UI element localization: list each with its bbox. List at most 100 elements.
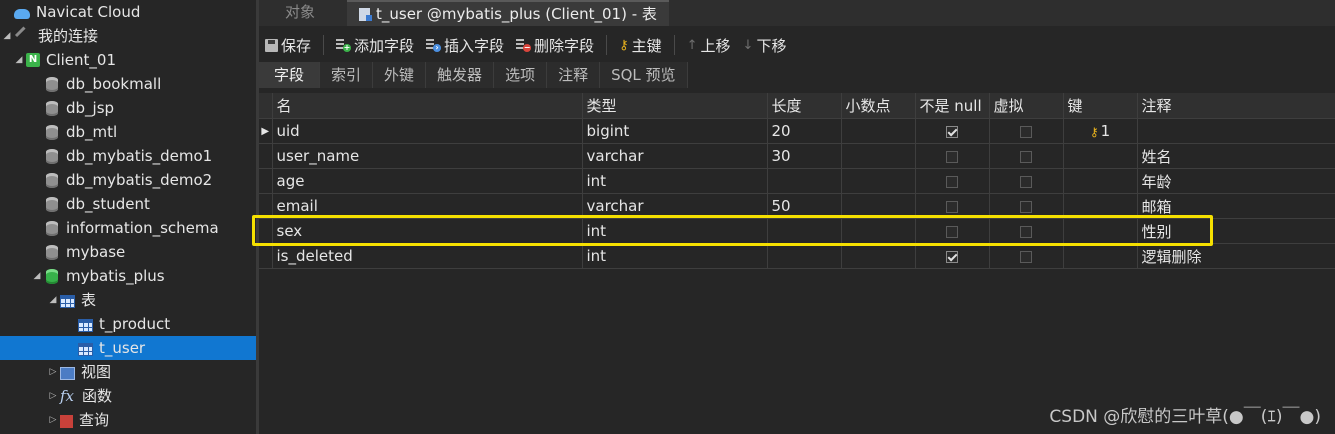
expand-toggle-icon[interactable]: ◢ (12, 48, 26, 72)
cell-key[interactable] (1063, 218, 1138, 244)
tab-t-user-design[interactable]: t_user @mybatis_plus (Client_01) - 表 (347, 0, 669, 26)
header-type[interactable]: 类型 (582, 93, 768, 119)
cell-name[interactable]: is_deleted (272, 243, 583, 269)
save-button[interactable]: 保存 (259, 31, 317, 59)
not-null-checkbox[interactable] (946, 150, 958, 163)
cell-type[interactable]: int (582, 243, 768, 269)
expand-toggle-icon[interactable]: ▷ (46, 408, 60, 432)
sidebar-item-db-mybatis-demo2[interactable]: db_mybatis_demo2 (0, 168, 256, 192)
cell-comment[interactable]: 年龄 (1137, 168, 1335, 194)
sidebar-item-navicat-cloud[interactable]: Navicat Cloud (0, 0, 256, 24)
move-down-button[interactable]: ↓ 下移 (737, 31, 793, 59)
cell-name[interactable]: sex (272, 218, 583, 244)
primary-key-button[interactable]: ⚷ 主键 (613, 31, 668, 59)
sidebar-item-db-bookmall[interactable]: db_bookmall (0, 72, 256, 96)
cell-key[interactable] (1063, 243, 1138, 269)
cell-decimals[interactable] (841, 168, 916, 194)
move-up-button[interactable]: ↑ 上移 (681, 31, 737, 59)
cell-decimals[interactable] (841, 118, 916, 144)
field-row-is-deleted[interactable]: is_deleted int 逻辑删除 (259, 243, 1335, 269)
sidebar-item-表[interactable]: ◢ 表 (0, 288, 256, 312)
cell-length[interactable] (767, 218, 842, 244)
virtual-checkbox[interactable] (1020, 200, 1032, 213)
cell-key[interactable] (1063, 143, 1138, 169)
delete-field-button[interactable]: − 删除字段 (510, 31, 600, 59)
sidebar-item-查询[interactable]: ▷ 查询 (0, 408, 256, 432)
cell-name[interactable]: user_name (272, 143, 583, 169)
sidebar-item-t-user[interactable]: t_user (0, 336, 256, 360)
not-null-checkbox[interactable] (946, 175, 958, 188)
expand-toggle-icon[interactable]: ◢ (30, 264, 44, 288)
cell-key[interactable] (1063, 193, 1138, 219)
header-decimals[interactable]: 小数点 (841, 93, 916, 119)
cell-key[interactable] (1063, 168, 1138, 194)
expand-toggle-icon[interactable]: ▷ (46, 384, 60, 408)
subtab-5[interactable]: 注释 (547, 62, 601, 88)
add-field-button[interactable]: + 添加字段 (330, 31, 420, 59)
header-name[interactable]: 名 (272, 93, 583, 119)
subtab-4[interactable]: 选项 (494, 62, 548, 88)
cell-type[interactable]: int (582, 218, 768, 244)
cell-comment[interactable]: 姓名 (1137, 143, 1335, 169)
not-null-checkbox[interactable] (946, 225, 958, 238)
cell-type[interactable]: int (582, 168, 768, 194)
not-null-checkbox[interactable] (946, 125, 958, 138)
cell-type[interactable]: bigint (582, 118, 768, 144)
not-null-checkbox[interactable] (946, 200, 958, 213)
cell-comment[interactable]: 邮箱 (1137, 193, 1335, 219)
cell-name[interactable]: age (272, 168, 583, 194)
subtab-3[interactable]: 触发器 (426, 62, 495, 88)
sidebar-item-db-jsp[interactable]: db_jsp (0, 96, 256, 120)
tab-objects[interactable]: 对象 (273, 0, 327, 26)
cell-length[interactable]: 50 (767, 193, 842, 219)
cell-comment[interactable]: 性别 (1137, 218, 1335, 244)
sidebar-item-client-01[interactable]: ◢ N Client_01 (0, 48, 256, 72)
virtual-checkbox[interactable] (1020, 250, 1032, 263)
cell-length[interactable] (767, 243, 842, 269)
cell-decimals[interactable] (841, 143, 916, 169)
cell-comment[interactable]: 逻辑删除 (1137, 243, 1335, 269)
expand-toggle-icon[interactable]: ◢ (46, 288, 60, 312)
cell-type[interactable]: varchar (582, 143, 768, 169)
cell-name[interactable]: email (272, 193, 583, 219)
cell-decimals[interactable] (841, 193, 916, 219)
virtual-checkbox[interactable] (1020, 175, 1032, 188)
subtab-6[interactable]: SQL 预览 (600, 62, 688, 88)
header-key[interactable]: 键 (1063, 93, 1138, 119)
insert-field-button[interactable]: › 插入字段 (420, 31, 510, 59)
cell-length[interactable]: 20 (767, 118, 842, 144)
header-comment[interactable]: 注释 (1137, 93, 1335, 119)
subtab-0[interactable]: 字段 (259, 62, 321, 88)
subtab-2[interactable]: 外键 (373, 62, 427, 88)
cell-comment[interactable] (1137, 118, 1335, 144)
sidebar-item-mybatis-plus[interactable]: ◢ mybatis_plus (0, 264, 256, 288)
sidebar-item-视图[interactable]: ▷ 视图 (0, 360, 256, 384)
field-row-sex[interactable]: sex int 性别 (259, 218, 1335, 244)
virtual-checkbox[interactable] (1020, 225, 1032, 238)
subtab-1[interactable]: 索引 (320, 62, 374, 88)
sidebar-item-db-mybatis-demo1[interactable]: db_mybatis_demo1 (0, 144, 256, 168)
header-virtual[interactable]: 虚拟 (989, 93, 1064, 119)
sidebar-item-information-schema[interactable]: information_schema (0, 216, 256, 240)
header-length[interactable]: 长度 (767, 93, 842, 119)
cell-type[interactable]: varchar (582, 193, 768, 219)
cell-length[interactable] (767, 168, 842, 194)
header-not-null[interactable]: 不是 null (915, 93, 990, 119)
sidebar-item-我的连接[interactable]: ◢ 我的连接 (0, 24, 256, 48)
not-null-checkbox[interactable] (946, 250, 958, 263)
cell-key[interactable]: ⚷ 1 (1063, 118, 1138, 144)
sidebar-item-db-student[interactable]: db_student (0, 192, 256, 216)
field-row-age[interactable]: age int 年龄 (259, 168, 1335, 194)
field-row-uid[interactable]: ▶ uid bigint 20 ⚷ 1 (259, 118, 1335, 144)
field-row-email[interactable]: email varchar 50 邮箱 (259, 193, 1335, 219)
virtual-checkbox[interactable] (1020, 125, 1032, 138)
expand-toggle-icon[interactable]: ◢ (0, 24, 14, 48)
field-row-user-name[interactable]: user_name varchar 30 姓名 (259, 143, 1335, 169)
sidebar-item-函数[interactable]: ▷ fx 函数 (0, 384, 256, 408)
expand-toggle-icon[interactable]: ▷ (46, 360, 60, 384)
cell-name[interactable]: uid (272, 118, 583, 144)
sidebar-item-db-mtl[interactable]: db_mtl (0, 120, 256, 144)
cell-length[interactable]: 30 (767, 143, 842, 169)
sidebar-item-t-product[interactable]: t_product (0, 312, 256, 336)
sidebar-item-mybase[interactable]: mybase (0, 240, 256, 264)
